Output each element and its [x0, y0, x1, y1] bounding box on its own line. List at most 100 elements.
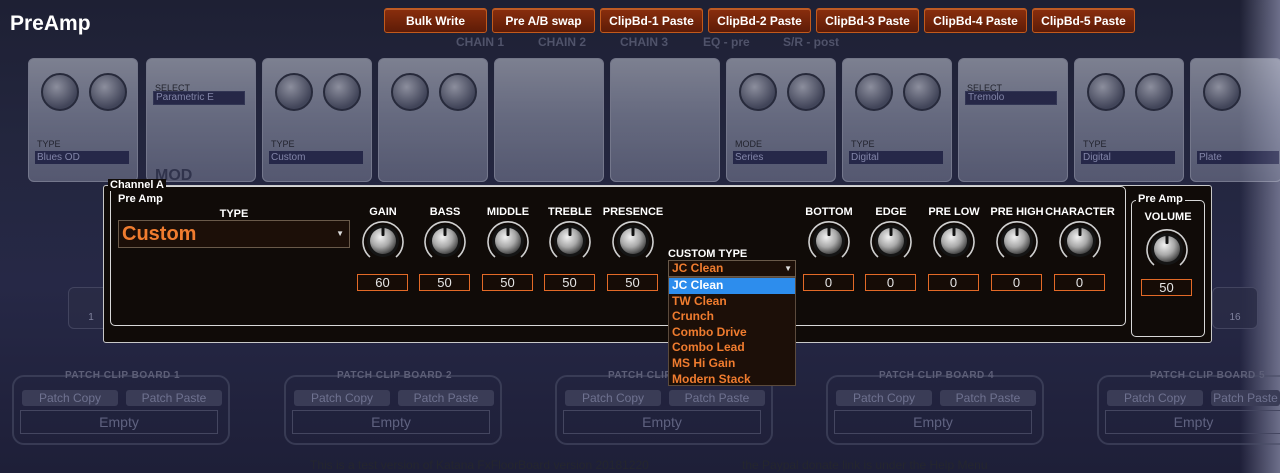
amp-type-select: Custom: [269, 151, 363, 164]
mod-select: Parametric E: [153, 91, 245, 105]
fx-select: Tremolo: [965, 91, 1057, 105]
treble-knob[interactable]: [546, 217, 594, 265]
character-knob[interactable]: [1056, 217, 1104, 265]
bottom-knob[interactable]: [805, 217, 853, 265]
pre-ab-swap-button[interactable]: Pre A/B swap: [492, 8, 595, 33]
custom-type-option[interactable]: Crunch: [669, 309, 795, 325]
reverb-pedal[interactable]: Plate: [1190, 58, 1280, 182]
custom-type-option[interactable]: TW Clean: [669, 294, 795, 310]
custom-type-option[interactable]: JC Clean: [669, 278, 795, 294]
patch-copy-button-1[interactable]: Patch Copy: [22, 390, 118, 406]
custom-type-option[interactable]: Combo Lead: [669, 340, 795, 356]
delay2-type-label: TYPE: [1083, 139, 1107, 149]
gain-value-field[interactable]: 60: [357, 274, 408, 291]
patch-bank-end[interactable]: 16: [1212, 287, 1258, 329]
delay-1-pedal[interactable]: TYPE Digital: [842, 58, 952, 182]
type-select[interactable]: Custom ▼: [118, 220, 350, 248]
chain-2-label[interactable]: CHAIN 2: [538, 35, 586, 49]
type-select-value: Custom: [122, 223, 197, 245]
preamp-volume-group-label: Pre Amp: [1136, 193, 1185, 205]
time-knob: [1203, 73, 1241, 111]
edge-value-field[interactable]: 0: [865, 274, 916, 291]
pre-high-knob[interactable]: [993, 217, 1041, 265]
time-knob: [1087, 73, 1125, 111]
patch-bank-start-number: 1: [88, 312, 94, 323]
gain-knob[interactable]: [359, 217, 407, 265]
time-knob: [855, 73, 893, 111]
character-value-field[interactable]: 0: [1054, 274, 1105, 291]
custom-type-label: CUSTOM TYPE: [668, 248, 748, 260]
custom-type-select-value: JC Clean: [672, 261, 724, 275]
type-label: TYPE: [219, 208, 249, 220]
delay-2-pedal[interactable]: TYPE Digital: [1074, 58, 1184, 182]
custom-type-select[interactable]: JC Clean ▼: [668, 260, 796, 277]
app-title: PreAmp: [10, 12, 91, 35]
booster-type-select: Blues OD: [35, 151, 129, 164]
custom-type-option[interactable]: Combo Drive: [669, 325, 795, 341]
patch-copy-button-5[interactable]: Patch Copy: [1107, 390, 1203, 406]
presence-value-field[interactable]: 50: [607, 274, 658, 291]
patch-clip-board-2-title: PATCH CLIP BOARD 2: [337, 370, 453, 381]
custom-type-option[interactable]: MS Hi Gain: [669, 356, 795, 372]
clipbd-3-paste-button[interactable]: ClipBd-3 Paste: [816, 8, 919, 33]
treble-value-field[interactable]: 50: [544, 274, 595, 291]
clipbd-4-paste-button[interactable]: ClipBd-4 Paste: [924, 8, 1027, 33]
eq-pre-label[interactable]: EQ - pre: [703, 35, 750, 49]
volume-label: VOLUME: [1144, 211, 1192, 223]
presence-knob[interactable]: [609, 217, 657, 265]
level-knob: [323, 73, 361, 111]
clipbd-1-paste-button[interactable]: ClipBd-1 Paste: [600, 8, 703, 33]
pre-low-value-field[interactable]: 0: [928, 274, 979, 291]
pedal-strip: TYPE Blues OD SELECT Parametric E MOD TY…: [28, 58, 1280, 184]
patch-copy-button-2[interactable]: Patch Copy: [294, 390, 390, 406]
bass-knob[interactable]: [421, 217, 469, 265]
bulk-write-button[interactable]: Bulk Write: [384, 8, 487, 33]
patch-copy-button-4[interactable]: Patch Copy: [836, 390, 932, 406]
pre-high-value-field[interactable]: 0: [991, 274, 1042, 291]
custom-type-option[interactable]: Modern Stack: [669, 372, 795, 388]
booster-pedal[interactable]: TYPE Blues OD: [28, 58, 138, 182]
delay2-type-select: Digital: [1081, 151, 1175, 164]
patch-paste-button-2[interactable]: Patch Paste: [398, 390, 494, 406]
noise-suppressor-pedal[interactable]: [378, 58, 488, 182]
bottom-value-field[interactable]: 0: [803, 274, 854, 291]
mod-pedal[interactable]: SELECT Parametric E MOD: [146, 58, 256, 184]
effects-pedal[interactable]: SELECT Tremolo: [958, 58, 1068, 182]
patch-bank-end-number: 16: [1229, 312, 1241, 323]
sr-mode-select: Series: [733, 151, 827, 164]
volume-knob[interactable]: [1143, 225, 1191, 273]
patch-paste-button-5[interactable]: Patch Paste: [1211, 390, 1280, 406]
footer-donate-text: the Paypal donate link is under the Help…: [742, 458, 988, 472]
patch-clip-board-4-value: Empty: [834, 410, 1032, 434]
middle-knob[interactable]: [484, 217, 532, 265]
chevron-down-icon: ▼: [336, 229, 344, 238]
patch-paste-button-3[interactable]: Patch Paste: [669, 390, 765, 406]
receive-knob: [787, 73, 825, 111]
edge-knob[interactable]: [867, 217, 915, 265]
preamp-subgroup-label: Pre Amp: [116, 193, 165, 205]
chevron-down-icon: ▼: [784, 264, 792, 273]
middle-value-field[interactable]: 50: [482, 274, 533, 291]
chain-1-label[interactable]: CHAIN 1: [456, 35, 504, 49]
sr-post-label[interactable]: S/R - post: [783, 35, 839, 49]
volume-value-field[interactable]: 50: [1141, 279, 1192, 296]
booster-type-label: TYPE: [37, 139, 61, 149]
patch-paste-button-4[interactable]: Patch Paste: [940, 390, 1036, 406]
send-return-pedal[interactable]: MODE Series: [726, 58, 836, 182]
clipbd-2-paste-button[interactable]: ClipBd-2 Paste: [708, 8, 811, 33]
equalizer-pedal[interactable]: [610, 58, 720, 182]
patch-clip-board-5-value: Empty: [1105, 410, 1280, 434]
bass-value-field[interactable]: 50: [419, 274, 470, 291]
amp-type-label: TYPE: [271, 139, 295, 149]
channel-a-label: Channel A: [108, 179, 166, 191]
patch-paste-button-1[interactable]: Patch Paste: [126, 390, 222, 406]
level-knob: [89, 73, 127, 111]
patch-clip-board-4-title: PATCH CLIP BOARD 4: [879, 370, 995, 381]
chain-3-label[interactable]: CHAIN 3: [620, 35, 668, 49]
amp-pedal[interactable]: TYPE Custom: [262, 58, 372, 182]
volume-pedal[interactable]: [494, 58, 604, 182]
pre-low-knob[interactable]: [930, 217, 978, 265]
patch-copy-button-3[interactable]: Patch Copy: [565, 390, 661, 406]
feedback-knob: [1135, 73, 1173, 111]
clipbd-5-paste-button[interactable]: ClipBd-5 Paste: [1032, 8, 1135, 33]
